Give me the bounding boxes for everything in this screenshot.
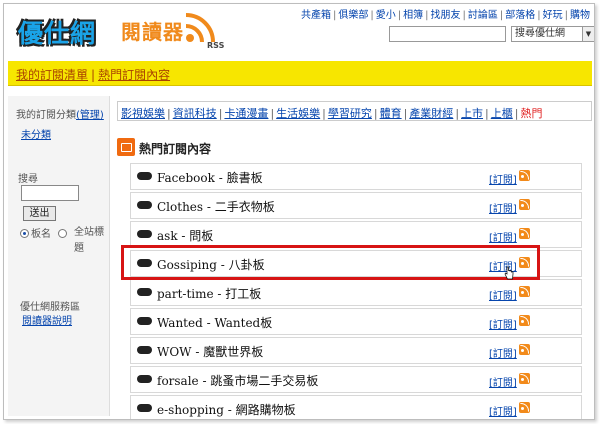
board-name[interactable]: WOW - 魔獸世界板 [157, 343, 263, 360]
ptt-icon [137, 404, 152, 412]
list-item: WOW - 魔獸世界板 [訂閱] [130, 337, 582, 364]
sidebar-item-uncategorized[interactable]: 未分類 [21, 126, 51, 141]
ptt-icon [137, 201, 152, 209]
ptt-icon [137, 346, 152, 354]
hand-cursor-icon [504, 266, 514, 280]
board-name[interactable]: e-shopping - 網路購物板 [157, 401, 296, 418]
sidebar-category-label: 我的訂閱分類(管理) [16, 110, 104, 121]
subscribe-link[interactable]: [訂閱] [489, 171, 517, 186]
list-item: ask - 問板 [訂閱] [130, 221, 582, 248]
manage-link[interactable]: (管理) [76, 110, 104, 121]
toplink-5[interactable]: 討論區 [468, 10, 498, 21]
board-name[interactable]: ask - 問板 [157, 227, 213, 244]
top-links: 共產箱 | 俱樂部 | 愛小 | 相簿 | 找朋友 | 討論區 | 部落格 | 好玩 | 購物 [301, 10, 590, 21]
radio-full-site-label: 全站標題 [74, 227, 104, 254]
search-scope-select[interactable]: 搜尋優仕網 ▼ [511, 26, 594, 42]
subscribe-link[interactable]: [訂閱] [489, 229, 517, 244]
tab-category-9[interactable]: 熱門 [520, 107, 542, 120]
toplink-2[interactable]: 愛小 [376, 10, 396, 21]
board-name[interactable]: Facebook - 臉書板 [157, 169, 263, 186]
toplink-6[interactable]: 部落格 [505, 10, 535, 21]
board-name[interactable]: Clothes - 二手衣物板 [157, 198, 275, 215]
tab-category-5[interactable]: 體育 [380, 107, 402, 120]
list-item: part-time - 打工板 [訂閱] [130, 279, 582, 306]
search-scope-value: 搜尋優仕網 [515, 28, 565, 39]
subscribe-link[interactable]: [訂閱] [489, 345, 517, 360]
tab-category-7[interactable]: 上市 [461, 107, 483, 120]
sidebar-search-label: 搜尋 [18, 174, 38, 185]
tab-category-0[interactable]: 影視娛樂 [121, 107, 165, 120]
tab-category-3[interactable]: 生活娛樂 [276, 107, 320, 120]
ptt-icon [137, 317, 152, 325]
toplink-3[interactable]: 相簿 [403, 10, 423, 21]
logo-text: 優仕網 [18, 19, 97, 48]
rss-icon[interactable] [519, 170, 530, 181]
toplink-0[interactable]: 共產箱 [301, 10, 331, 21]
list-item: Wanted - Wanted板 [訂閱] [130, 308, 582, 335]
sidebar: 我的訂閱分類(管理) 未分類 搜尋 送出 板名 全站標題 優仕網服務區 閱讀器說… [8, 96, 110, 416]
hot-section-title: 熱門訂閱內容 [139, 142, 212, 156]
ptt-icon [137, 288, 152, 296]
toplink-8[interactable]: 購物 [570, 10, 590, 21]
rss-icon[interactable] [519, 315, 530, 326]
sidebar-search-input[interactable] [21, 185, 79, 201]
list-item: Clothes - 二手衣物板 [訂閱] [130, 192, 582, 219]
subscribe-link[interactable]: [訂閱] [489, 287, 517, 302]
site-logo[interactable]: 優仕網 [12, 8, 112, 54]
toplink-7[interactable]: 好玩 [543, 10, 563, 21]
rss-label: RSS [207, 41, 225, 50]
nav-my-subscriptions[interactable]: 我的訂閱清單 [16, 68, 88, 82]
nav-hot-subscriptions[interactable]: 熱門訂閱內容 [98, 68, 170, 82]
ptt-icon [137, 375, 152, 383]
rss-icon[interactable] [519, 344, 530, 355]
tab-category-4[interactable]: 學習研究 [328, 107, 372, 120]
site-search-input[interactable] [389, 26, 506, 42]
radio-full-site[interactable] [58, 229, 68, 238]
rss-icon[interactable] [519, 402, 530, 413]
list-item: forsale - 跳蚤市場二手交易板 [訂閱] [130, 366, 582, 393]
radio-board-name[interactable] [20, 229, 29, 238]
ptt-icon [137, 172, 152, 180]
subscribe-link[interactable]: [訂閱] [489, 316, 517, 331]
sidebar-submit-button[interactable]: 送出 [23, 206, 56, 221]
subscribe-link[interactable]: [訂閱] [489, 403, 517, 418]
list-item: Facebook - 臉書板 [訂閱] [130, 163, 582, 190]
rss-icon[interactable] [519, 228, 530, 239]
toplink-4[interactable]: 找朋友 [431, 10, 461, 21]
subscribe-link[interactable]: [訂閱] [489, 374, 517, 389]
highlight-box [121, 245, 540, 280]
sidebar-radio-group: 板名 [20, 225, 69, 240]
rss-icon[interactable] [519, 286, 530, 297]
board-name[interactable]: Wanted - Wanted板 [157, 314, 272, 331]
rss-icon[interactable] [519, 373, 530, 384]
board-name[interactable]: part-time - 打工板 [157, 285, 261, 302]
board-list: Facebook - 臉書板 [訂閱] Clothes - 二手衣物板 [訂閱] ask… [130, 163, 582, 419]
rss-icon[interactable] [519, 199, 530, 210]
tab-category-1[interactable]: 資訊科技 [173, 107, 217, 120]
browser-frame: 優仕網 閱讀器 RSS 共產箱 | 俱樂部 | 愛小 | 相簿 | 找朋友 | 討論區 | 部落格 | 好玩… [3, 3, 595, 420]
folder-icon [117, 138, 135, 156]
nav-separator: | [91, 68, 96, 82]
tab-category-8[interactable]: 上櫃 [491, 107, 513, 120]
tab-category-6[interactable]: 產業財經 [409, 107, 453, 120]
tab-category-2[interactable]: 卡通漫畫 [224, 107, 268, 120]
category-tabs: 影視娛樂 | 資訊科技 | 卡通漫畫 | 生活娛樂 | 學習研究 | 體育 | 產業財經 | 上市 | 上櫃 | 熱… [117, 101, 592, 121]
toplink-1[interactable]: 俱樂部 [338, 10, 368, 21]
sidebar-reader-help[interactable]: 閱讀器說明 [22, 312, 72, 327]
list-item: e-shopping - 網路購物板 [訂閱] [130, 395, 582, 419]
reader-title: 閱讀器 [121, 20, 184, 44]
subscribe-link[interactable]: [訂閱] [489, 200, 517, 215]
chevron-down-icon: ▼ [582, 27, 594, 41]
main-nav-bar: 我的訂閱清單 | 熱門訂閱內容 [8, 61, 592, 86]
sidebar-service-label: 優仕網服務區 [20, 302, 80, 313]
ptt-icon [137, 230, 152, 238]
board-name[interactable]: forsale - 跳蚤市場二手交易板 [157, 372, 318, 389]
